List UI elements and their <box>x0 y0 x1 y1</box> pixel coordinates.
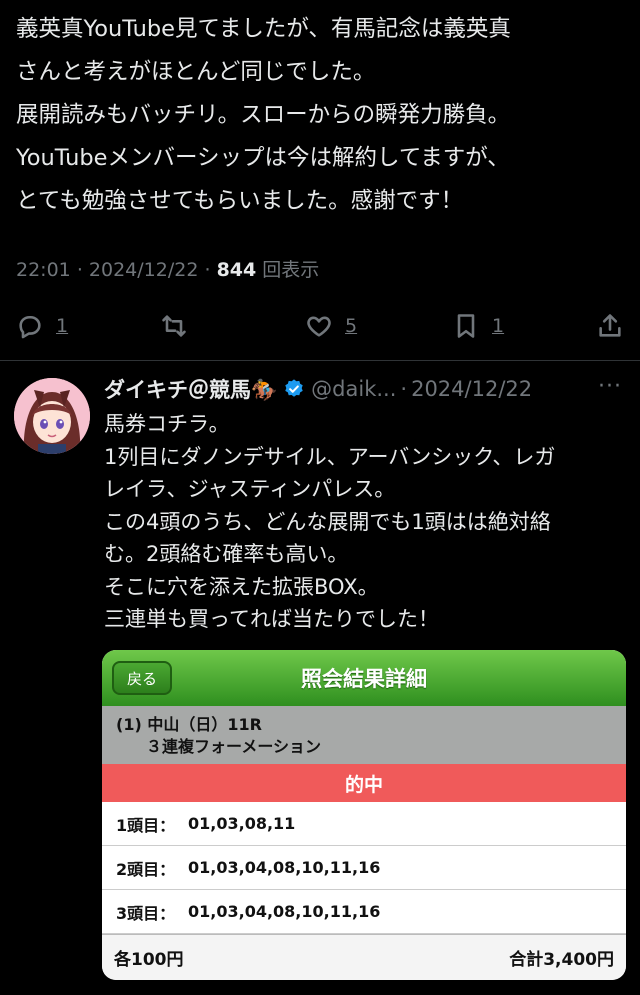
user-handle[interactable]: @daik... <box>311 377 396 401</box>
reply-line: 三連単も買ってれば当たりでした！ <box>104 607 439 631</box>
share-button[interactable] <box>596 305 624 347</box>
tweet-date[interactable]: 2024/12/22 <box>89 259 199 281</box>
selection-row: 1頭目： 01,03,08,11 <box>102 802 626 846</box>
tweet-time[interactable]: 22:01 <box>16 259 71 281</box>
heart-icon <box>307 316 331 337</box>
reply-header: ダイキチ＠競馬🏇 @daik... · 2024/12/22 <box>104 372 532 406</box>
view-count: 844 <box>216 259 257 281</box>
attached-image[interactable]: 照会結果詳細 戻る (1) 中山（日）11R ３連複フォーメーション 的中 1頭… <box>102 650 626 980</box>
row-label: 2頭目： <box>116 859 176 879</box>
tweet-meta: 22:01 · 2024/12/22 · 844 回表示 <box>16 259 320 281</box>
bookmark-count: 1 <box>492 315 505 337</box>
selection-row: 2頭目： 01,03,04,08,10,11,16 <box>102 846 626 890</box>
hit-banner: 的中 <box>102 764 626 802</box>
row-label: 1頭目： <box>116 815 176 835</box>
reply-line: そこに穴を添えた拡張BOX。 <box>104 574 379 599</box>
total-amount: 合計3,400円 <box>509 950 614 970</box>
reply-text: 馬券コチラ。 1列目にダノンデサイル、アーバンシック、レガ レイラ、ジャスティン… <box>104 408 624 636</box>
display-name[interactable]: ダイキチ＠競馬🏇 <box>104 374 277 404</box>
share-icon <box>599 314 621 337</box>
avatar[interactable] <box>14 378 90 454</box>
row-label: 3頭目： <box>116 903 176 923</box>
back-button: 戻る <box>112 661 172 695</box>
retweet-icon <box>162 315 186 337</box>
reply-count: 1 <box>56 315 69 337</box>
selection-row: 3頭目： 01,03,04,08,10,11,16 <box>102 890 626 934</box>
more-options-icon[interactable]: ··· <box>598 374 622 399</box>
like-count: 5 <box>345 315 358 337</box>
bookmark-button[interactable]: 1 <box>452 305 504 347</box>
reply-line: この4頭のうち、どんな展開でも1頭はは絶対絡 <box>104 509 551 534</box>
row-value: 01,03,04,08,10,11,16 <box>188 902 381 921</box>
reply-date[interactable]: 2024/12/22 <box>411 377 532 401</box>
verified-badge-icon <box>285 379 303 397</box>
divider <box>0 360 640 361</box>
total-row: 各100円 合計3,400円 <box>102 934 626 980</box>
reply-button[interactable]: 1 <box>16 305 68 347</box>
like-button[interactable]: 5 <box>305 305 357 347</box>
row-value: 01,03,08,11 <box>188 814 296 833</box>
bookmark-icon <box>457 314 475 338</box>
avatar-illustration <box>14 378 90 454</box>
reply-line: レイラ、ジャスティンパレス。 <box>104 477 396 501</box>
retweet-button[interactable] <box>160 305 200 347</box>
card-title: 照会結果詳細 <box>301 667 427 691</box>
unit-price: 各100円 <box>114 950 184 970</box>
race-info: (1) 中山（日）11R ３連複フォーメーション <box>102 706 626 764</box>
tweet-line: とても勉強させてもらいました。感謝です！ <box>16 188 464 214</box>
card-header: 照会結果詳細 戻る <box>102 650 626 706</box>
reply-icon <box>19 315 41 339</box>
tweet-text: 義英真YouTube見てましたが、有馬記念は義英真 さんと考えがほとんど同じでし… <box>16 8 626 223</box>
tweet-actions: 1 5 1 <box>0 305 640 347</box>
bet-type: ３連複フォーメーション <box>146 737 322 756</box>
tweet-line: さんと考えがほとんど同じでした。 <box>16 59 376 85</box>
race-line: (1) 中山（日）11R <box>116 715 262 734</box>
tweet-line: YouTubeメンバーシップは今は解約してますが、 <box>16 145 510 171</box>
reply-line: む。2頭絡む確率も高い。 <box>104 542 349 566</box>
view-label: 回表示 <box>262 259 320 281</box>
row-value: 01,03,04,08,10,11,16 <box>188 858 381 877</box>
reply-line: 馬券コチラ。 <box>104 412 230 436</box>
tweet-line: 義英真YouTube見てましたが、有馬記念は義英真 <box>16 16 511 42</box>
tweet-line: 展開読みもバッチリ。スローからの瞬発力勝負。 <box>16 102 511 128</box>
reply-line: 1列目にダノンデサイル、アーバンシック、レガ <box>104 444 556 469</box>
